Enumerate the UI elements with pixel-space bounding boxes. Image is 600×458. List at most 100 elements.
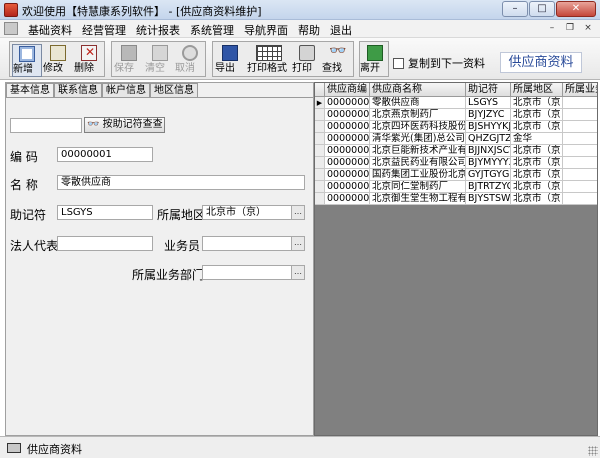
table-cell[interactable]: 00000004: [325, 133, 370, 145]
mnemonic-search-input[interactable]: [10, 118, 82, 133]
table-row[interactable]: 00000006 北京益民药业有限公司 BJYMYYYX 北京市（京: [315, 157, 597, 169]
mnemonic-search-button[interactable]: 👓 按助记符查查: [84, 117, 165, 133]
table-cell[interactable]: 北京市（京: [511, 193, 563, 205]
table-cell[interactable]: GYJTGYGF: [466, 169, 511, 181]
save-button[interactable]: 保存: [114, 44, 144, 77]
table-cell[interactable]: [563, 133, 597, 145]
table-cell[interactable]: [563, 193, 597, 205]
tab-basic-info[interactable]: 基本信息: [6, 83, 54, 97]
edit-button[interactable]: 修改: [43, 44, 73, 77]
table-cell[interactable]: 清华紫光(集团)总公司: [370, 133, 466, 145]
table-row[interactable]: 00000004 清华紫光(集团)总公司 QHZGJTZG 金华: [315, 133, 597, 145]
table-row[interactable]: 00000009 北京御生堂生物工程有 BJYSTSWG 北京市（京: [315, 193, 597, 205]
table-cell[interactable]: BJJNXJSCY: [466, 145, 511, 157]
tab-region-info[interactable]: 地区信息: [150, 83, 198, 97]
mdi-close-button[interactable]: ×: [582, 22, 594, 34]
table-cell[interactable]: [563, 109, 597, 121]
print-button[interactable]: 打印: [292, 44, 322, 77]
delete-button[interactable]: 删除: [74, 44, 104, 77]
copy-to-next-toggle[interactable]: 复制到下一资料: [393, 55, 485, 71]
table-cell[interactable]: [563, 181, 597, 193]
dept-browse-button[interactable]: …: [291, 266, 304, 279]
table-cell[interactable]: 北京市（京: [511, 145, 563, 157]
table-row[interactable]: ▶ 00000001 零散供应商 LSGYS 北京市（京: [315, 97, 597, 109]
table-cell[interactable]: 00000008: [325, 181, 370, 193]
dept-field[interactable]: …: [202, 265, 305, 280]
salesman-field[interactable]: …: [202, 236, 305, 251]
table-row[interactable]: 00000005 北京巨能新技术产业有 BJJNXJSCY 北京市（京: [315, 145, 597, 157]
maximize-button[interactable]: □: [529, 1, 555, 17]
table-row[interactable]: 00000007 国药集团工业股份北京 GYJTGYGF 北京市（京: [315, 169, 597, 181]
region-browse-button[interactable]: …: [291, 206, 304, 219]
table-cell[interactable]: 北京御生堂生物工程有: [370, 193, 466, 205]
column-header[interactable]: 所属业务: [563, 83, 597, 97]
mdi-restore-button[interactable]: ❐: [564, 22, 576, 34]
tab-account-info[interactable]: 帐户信息: [102, 83, 150, 97]
resize-grip[interactable]: [588, 446, 598, 456]
table-cell[interactable]: 00000009: [325, 193, 370, 205]
region-field[interactable]: 北京市（京） …: [202, 205, 305, 220]
clear-button[interactable]: 清空: [145, 44, 175, 77]
table-cell[interactable]: 北京燕京制药厂: [370, 109, 466, 121]
exit-button[interactable]: 离开: [360, 44, 390, 77]
table-cell[interactable]: [563, 169, 597, 181]
copy-to-next-checkbox[interactable]: [393, 57, 404, 69]
table-row[interactable]: 00000003 北京四环医药科技股份 BJSHYYKJ 北京市（京: [315, 121, 597, 133]
table-cell[interactable]: BJYJZYC: [466, 109, 511, 121]
mdi-minimize-button[interactable]: –: [546, 22, 558, 34]
code-field[interactable]: 00000001: [57, 147, 153, 162]
table-cell[interactable]: 零散供应商: [370, 97, 466, 109]
table-cell[interactable]: 北京同仁堂制药厂: [370, 181, 466, 193]
name-field[interactable]: 零散供应商: [57, 175, 305, 190]
print-format-button[interactable]: 打印格式: [247, 44, 291, 77]
table-cell[interactable]: BJYSTSWG: [466, 193, 511, 205]
table-cell[interactable]: 00000005: [325, 145, 370, 157]
table-cell[interactable]: 北京市（京: [511, 157, 563, 169]
column-header[interactable]: 供应商名称: [370, 83, 466, 97]
table-cell[interactable]: BJYMYYYX: [466, 157, 511, 169]
table-cell[interactable]: LSGYS: [466, 97, 511, 109]
table-cell[interactable]: 北京益民药业有限公司: [370, 157, 466, 169]
table-cell[interactable]: 00000002: [325, 109, 370, 121]
table-cell[interactable]: 00000006: [325, 157, 370, 169]
new-button[interactable]: 新增: [12, 44, 42, 77]
table-cell[interactable]: [563, 121, 597, 133]
table-cell[interactable]: QHZGJTZG: [466, 133, 511, 145]
find-button[interactable]: 查找: [322, 43, 352, 77]
column-header[interactable]: 所属地区: [511, 83, 563, 97]
menu-exit[interactable]: 退出: [330, 22, 352, 38]
table-cell[interactable]: [563, 157, 597, 169]
table-cell[interactable]: BJSHYYKJ: [466, 121, 511, 133]
table-cell[interactable]: 金华: [511, 133, 563, 145]
table-cell[interactable]: 北京巨能新技术产业有: [370, 145, 466, 157]
menu-help[interactable]: 帮助: [298, 22, 320, 38]
tab-contact-info[interactable]: 联系信息: [54, 83, 102, 97]
menu-basic-data[interactable]: 基础资料: [28, 22, 72, 38]
menu-reports[interactable]: 统计报表: [136, 22, 180, 38]
menu-navigation[interactable]: 导航界面: [244, 22, 288, 38]
table-cell[interactable]: 北京市（京: [511, 97, 563, 109]
table-cell[interactable]: [563, 97, 597, 109]
table-cell[interactable]: BJTRTZYC: [466, 181, 511, 193]
close-button[interactable]: ✕: [556, 1, 596, 17]
table-cell[interactable]: 北京四环医药科技股份: [370, 121, 466, 133]
column-header[interactable]: 助记符: [466, 83, 511, 97]
cancel-button[interactable]: 取消: [175, 44, 205, 77]
table-row[interactable]: 00000008 北京同仁堂制药厂 BJTRTZYC 北京市（京: [315, 181, 597, 193]
menu-system[interactable]: 系统管理: [190, 22, 234, 38]
table-cell[interactable]: 00000003: [325, 121, 370, 133]
table-row[interactable]: 00000002 北京燕京制药厂 BJYJZYC 北京市（京: [315, 109, 597, 121]
salesman-browse-button[interactable]: …: [291, 237, 304, 250]
table-cell[interactable]: 北京市（京: [511, 109, 563, 121]
mnemonic-field[interactable]: LSGYS: [57, 205, 153, 220]
column-header[interactable]: 供应商编: [325, 83, 370, 97]
table-cell[interactable]: [563, 145, 597, 157]
export-button[interactable]: 导出: [215, 44, 245, 77]
menu-operations[interactable]: 经营管理: [82, 22, 126, 38]
table-cell[interactable]: 北京市（京: [511, 181, 563, 193]
table-cell[interactable]: 北京市（京: [511, 121, 563, 133]
table-cell[interactable]: 00000007: [325, 169, 370, 181]
table-cell[interactable]: 北京市（京: [511, 169, 563, 181]
legal-rep-field[interactable]: [57, 236, 153, 251]
table-cell[interactable]: 国药集团工业股份北京: [370, 169, 466, 181]
